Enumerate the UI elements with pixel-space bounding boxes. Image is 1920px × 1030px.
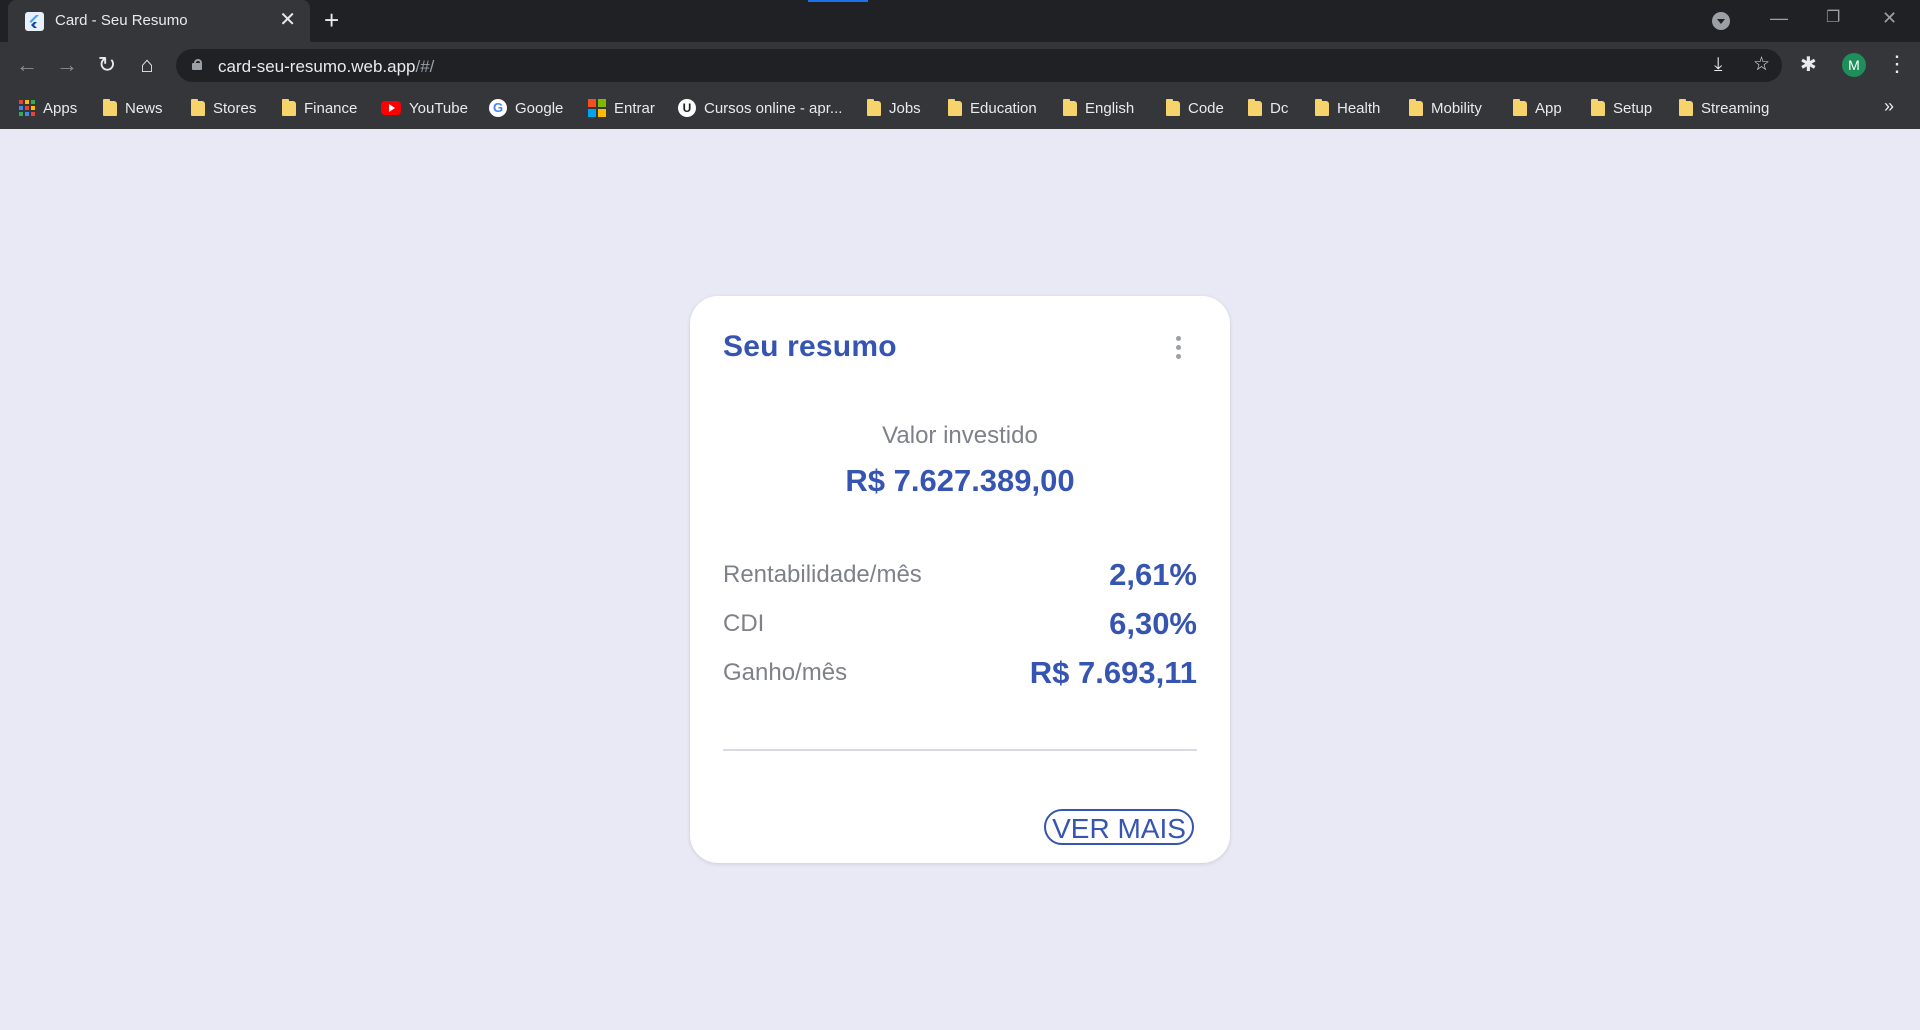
invested-amount-label: Valor investido bbox=[882, 422, 1038, 449]
google-icon: G bbox=[489, 99, 507, 117]
home-icon[interactable]: ⌂ bbox=[132, 50, 162, 80]
folder-icon bbox=[1063, 98, 1077, 116]
restore-icon[interactable]: ❐ bbox=[1826, 6, 1840, 30]
bookmark-label: Streaming bbox=[1701, 99, 1770, 117]
youtube-icon bbox=[381, 101, 401, 115]
bookmark-english[interactable]: English bbox=[1063, 96, 1134, 120]
minimize-icon[interactable]: — bbox=[1770, 6, 1788, 30]
bookmark-dc[interactable]: Dc bbox=[1248, 96, 1288, 120]
bookmark-label: Entrar bbox=[614, 99, 655, 117]
card-divider bbox=[723, 749, 1197, 751]
browser-chrome: Card - Seu Resumo ✕ + — ❐ ✕ ← → ↻ ⌂ card… bbox=[0, 0, 1920, 129]
bookmark-google[interactable]: G Google bbox=[489, 96, 563, 120]
bookmark-label: English bbox=[1085, 99, 1135, 117]
bookmark-star-icon[interactable]: ☆ bbox=[1753, 54, 1770, 76]
summary-row-rentabilidade: Rentabilidade/mês 2,61% bbox=[723, 557, 1197, 597]
row-label: CDI bbox=[723, 610, 765, 637]
bookmark-youtube[interactable]: YouTube bbox=[381, 96, 468, 120]
summary-row-cdi: CDI 6,30% bbox=[723, 606, 1197, 646]
bookmark-cursos-online[interactable]: U Cursos online - apr... bbox=[678, 96, 842, 120]
tab-title: Card - Seu Resumo bbox=[55, 12, 188, 29]
card-title: Seu resumo bbox=[723, 330, 897, 363]
folder-icon bbox=[948, 98, 962, 116]
microsoft-icon bbox=[588, 99, 606, 117]
profile-avatar[interactable]: M bbox=[1842, 53, 1866, 77]
bookmark-mobility[interactable]: Mobility bbox=[1409, 96, 1482, 120]
bookmark-label: Mobility bbox=[1431, 99, 1482, 117]
url-text[interactable]: card-seu-resumo.web.app/#/ bbox=[218, 57, 434, 77]
row-value: R$ 7.693,11 bbox=[1029, 655, 1197, 690]
folder-icon bbox=[1513, 98, 1527, 116]
bookmark-label: Code bbox=[1188, 99, 1224, 117]
tab-search-icon[interactable] bbox=[1712, 12, 1730, 30]
row-label: Rentabilidade/mês bbox=[723, 561, 922, 588]
folder-icon bbox=[191, 98, 205, 116]
folder-icon bbox=[282, 98, 296, 116]
bookmark-streaming[interactable]: Streaming bbox=[1679, 96, 1769, 120]
bookmark-label: Education bbox=[970, 99, 1037, 117]
bookmark-news[interactable]: News bbox=[103, 96, 163, 120]
flutter-favicon-icon bbox=[25, 12, 44, 31]
forward-icon[interactable]: → bbox=[52, 50, 82, 80]
folder-icon bbox=[867, 98, 881, 116]
bookmark-app[interactable]: App bbox=[1513, 96, 1562, 120]
loading-indicator bbox=[808, 0, 1110, 2]
invested-amount-value: R$ 7.627.389,00 bbox=[845, 463, 1075, 498]
row-label: Ganho/mês bbox=[723, 659, 848, 686]
bookmark-apps[interactable]: Apps bbox=[19, 96, 77, 120]
lock-icon[interactable] bbox=[192, 59, 202, 70]
bookmark-label: Google bbox=[515, 99, 564, 117]
bookmark-entrar[interactable]: Entrar bbox=[588, 96, 655, 120]
new-tab-button[interactable]: + bbox=[324, 6, 339, 34]
udemy-icon: U bbox=[678, 99, 696, 117]
reload-icon[interactable]: ↻ bbox=[92, 50, 122, 80]
bookmark-label: Dc bbox=[1270, 99, 1289, 117]
bookmark-finance[interactable]: Finance bbox=[282, 96, 357, 120]
bookmark-label: News bbox=[125, 99, 163, 117]
bookmark-label: Jobs bbox=[889, 99, 921, 117]
bookmark-health[interactable]: Health bbox=[1315, 96, 1380, 120]
extensions-puzzle-icon[interactable]: ✱ bbox=[1800, 52, 1817, 77]
tab-strip: Card - Seu Resumo ✕ + — ❐ ✕ bbox=[0, 0, 1920, 42]
folder-icon bbox=[1166, 98, 1180, 116]
row-value: 6,30% bbox=[1109, 606, 1197, 641]
install-app-icon[interactable]: ⤓ bbox=[1714, 54, 1722, 76]
folder-icon bbox=[1315, 98, 1329, 116]
folder-icon bbox=[1679, 98, 1693, 116]
bookmark-jobs[interactable]: Jobs bbox=[867, 96, 921, 120]
back-icon[interactable]: ← bbox=[12, 50, 42, 80]
folder-icon bbox=[1248, 98, 1262, 116]
bookmark-label: Stores bbox=[213, 99, 257, 117]
bookmark-stores[interactable]: Stores bbox=[191, 96, 256, 120]
bookmark-label: Health bbox=[1337, 99, 1381, 117]
folder-icon bbox=[1591, 98, 1605, 116]
tab-close-icon[interactable]: ✕ bbox=[279, 10, 296, 30]
apps-grid-icon bbox=[19, 100, 35, 116]
bookmark-label: Cursos online - apr... bbox=[704, 99, 843, 117]
folder-icon bbox=[1409, 98, 1423, 116]
bookmark-label: App bbox=[1535, 99, 1562, 117]
bookmark-label: Apps bbox=[43, 99, 78, 117]
bookmark-label: Setup bbox=[1613, 99, 1653, 117]
bookmark-setup[interactable]: Setup bbox=[1591, 96, 1652, 120]
more-options-icon[interactable] bbox=[1170, 336, 1186, 362]
bookmark-label: YouTube bbox=[409, 99, 468, 117]
summary-row-ganho: Ganho/mês R$ 7.693,11 bbox=[723, 655, 1197, 695]
tab-active[interactable]: Card - Seu Resumo ✕ bbox=[8, 0, 310, 42]
bookmarks-bar: Apps News Stores Finance YouTube G Googl… bbox=[0, 88, 1920, 129]
bookmark-label: Finance bbox=[304, 99, 358, 117]
address-bar[interactable]: card-seu-resumo.web.app/#/ ⤓ ☆ bbox=[176, 49, 1782, 82]
bookmarks-overflow-icon[interactable]: » bbox=[1884, 96, 1894, 117]
bookmark-code[interactable]: Code bbox=[1166, 96, 1224, 120]
browser-menu-icon[interactable]: ⋮ bbox=[1886, 50, 1908, 78]
ver-mais-button[interactable]: VER MAIS bbox=[1044, 809, 1194, 845]
browser-toolbar: ← → ↻ ⌂ card-seu-resumo.web.app/#/ ⤓ ☆ ✱… bbox=[0, 42, 1920, 88]
summary-card: Seu resumo Valor investido R$ 7.627.389,… bbox=[690, 296, 1230, 863]
bookmark-education[interactable]: Education bbox=[948, 96, 1037, 120]
window-close-icon[interactable]: ✕ bbox=[1882, 6, 1897, 30]
folder-icon bbox=[103, 98, 117, 116]
row-value: 2,61% bbox=[1109, 557, 1197, 592]
